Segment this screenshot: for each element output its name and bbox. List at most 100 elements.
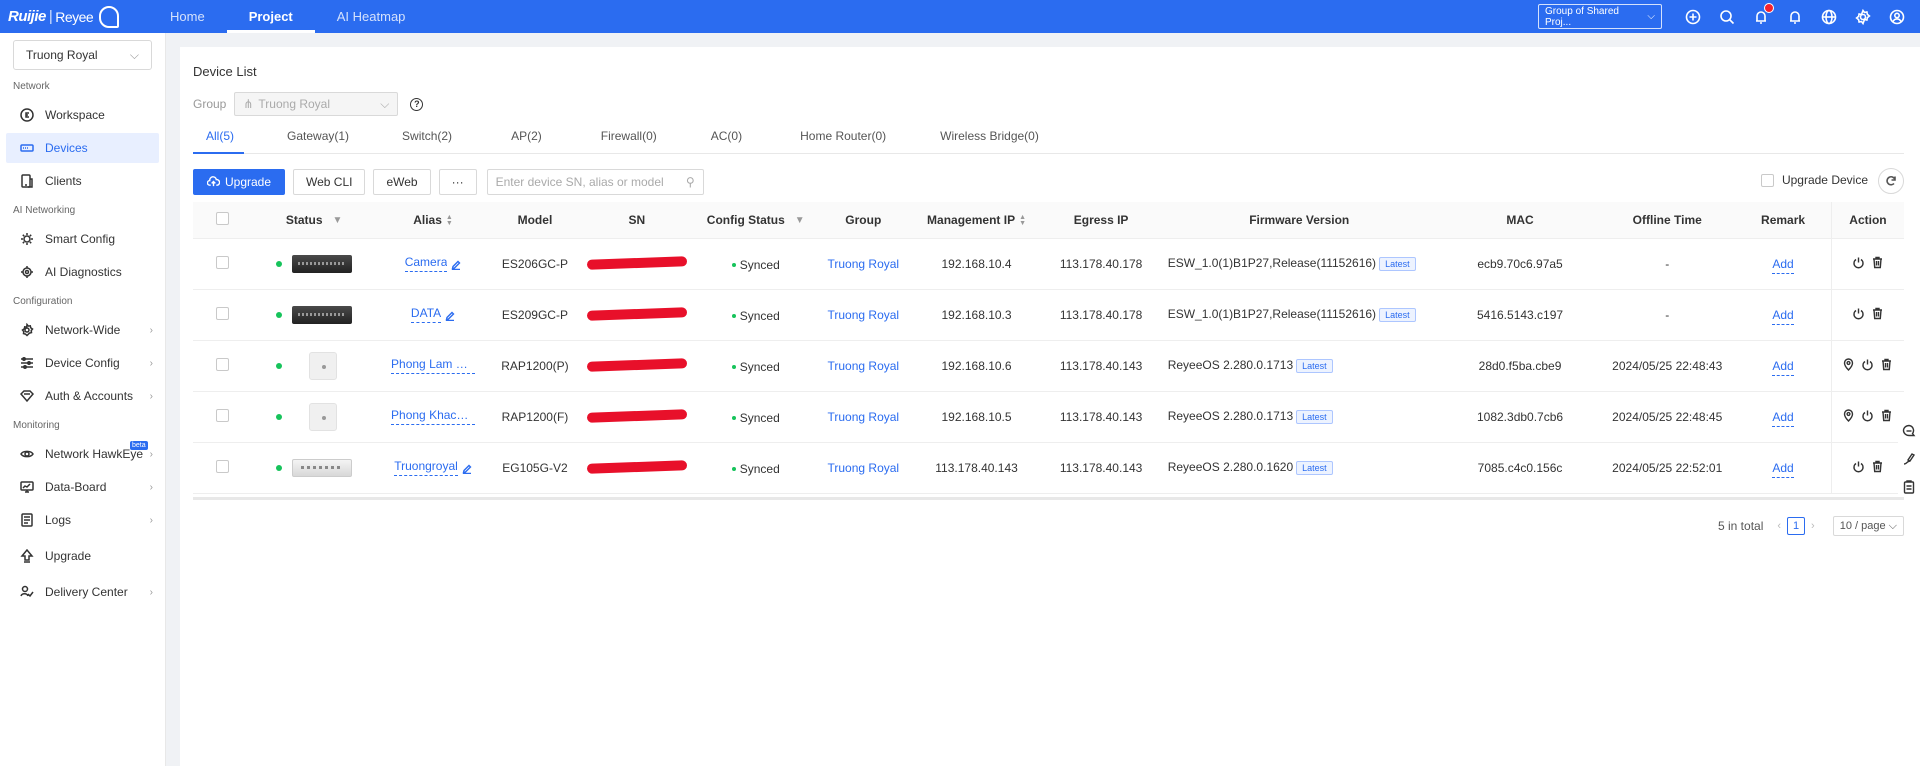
header-select-all[interactable] — [193, 202, 252, 239]
nav-tab-ai-heatmap[interactable]: AI Heatmap — [315, 0, 428, 33]
alias-link[interactable]: Camera — [404, 255, 448, 272]
add-remark-link[interactable]: Add — [1772, 256, 1794, 274]
row-select[interactable] — [193, 238, 252, 290]
help-icon[interactable]: ? — [410, 97, 424, 111]
alias-link[interactable]: Phong Lam Vi... — [391, 357, 476, 374]
power-icon[interactable] — [1852, 256, 1865, 272]
sidebar-item-network-hawkeye[interactable]: Network HawkEye beta › — [6, 439, 159, 469]
filter-icon[interactable]: ▼ — [795, 215, 805, 226]
more-button[interactable]: ··· — [438, 168, 477, 195]
header-alias[interactable]: Alias ▲ ▼ — [376, 202, 490, 239]
edit-icon[interactable] — [451, 259, 461, 270]
eweb-button[interactable]: eWeb — [373, 168, 431, 195]
group-link[interactable]: Truong Royal — [828, 410, 900, 424]
power-icon[interactable] — [1861, 358, 1874, 374]
delete-icon[interactable] — [1871, 460, 1884, 476]
page-size-select[interactable]: 10 / page ⌵ — [1832, 516, 1904, 536]
alias-link[interactable]: Phong Khach ... — [391, 408, 476, 425]
clipboard-icon[interactable] — [1902, 480, 1916, 497]
tab-ap[interactable]: AP(2) — [511, 125, 542, 154]
sidebar-item-workspace[interactable]: Workspace — [6, 100, 159, 130]
row-checkbox[interactable] — [215, 459, 229, 473]
power-icon[interactable] — [1852, 460, 1865, 476]
sidebar-item-delivery-center[interactable]: Delivery Center › — [6, 577, 159, 607]
group-link[interactable]: Truong Royal — [828, 359, 900, 373]
user-icon[interactable] — [1888, 8, 1906, 26]
project-group-select[interactable]: Group of Shared Proj... ⌵ — [1538, 4, 1662, 29]
ruijie-reyee-logo[interactable]: Ruijie | Reyee — [0, 0, 148, 33]
table-row[interactable]: Camera ES206GC-P Synced Truong Royal 192.168… — [193, 238, 1904, 290]
sidebar-item-data-board[interactable]: Data-Board › — [6, 472, 159, 502]
table-row[interactable]: Truongroyal EG105G-V2 Synced Truong Royal 11… — [193, 442, 1904, 494]
sidebar-item-device-config[interactable]: Device Config › — [6, 348, 159, 378]
sort-icon[interactable]: ▲ ▼ — [446, 214, 453, 227]
table-row[interactable]: Phong Khach ... RAP1200(F) Synced Truong Ro… — [193, 391, 1904, 443]
sidebar-project-select[interactable]: Truong Royal ⌵ — [13, 40, 152, 70]
sidebar-item-auth-accounts[interactable]: Auth & Accounts › — [6, 381, 159, 411]
tab-firewall[interactable]: Firewall(0) — [601, 125, 657, 154]
row-checkbox[interactable] — [215, 255, 229, 269]
row-checkbox[interactable] — [215, 357, 229, 371]
delete-icon[interactable] — [1880, 358, 1893, 374]
sidebar-item-upgrade[interactable]: Upgrade — [6, 541, 159, 571]
row-select[interactable] — [193, 289, 252, 341]
header-management-ip[interactable]: Management IP ▲ ▼ — [908, 202, 1045, 239]
tab-switch[interactable]: Switch(2) — [402, 125, 452, 154]
power-icon[interactable] — [1861, 409, 1874, 425]
alias-link[interactable]: DATA — [410, 306, 442, 323]
add-remark-link[interactable]: Add — [1772, 358, 1794, 376]
row-checkbox[interactable] — [215, 306, 229, 320]
web-cli-button[interactable]: Web CLI — [293, 168, 366, 195]
plus-circle-icon[interactable] — [1684, 8, 1702, 26]
select-all-checkbox[interactable] — [215, 211, 229, 225]
refresh-button[interactable] — [1878, 168, 1904, 194]
tab-wireless-bridge[interactable]: Wireless Bridge(0) — [940, 125, 1039, 154]
filter-icon[interactable]: ▼ — [333, 215, 343, 226]
delete-icon[interactable] — [1871, 256, 1884, 272]
sidebar-item-devices[interactable]: Devices — [6, 133, 159, 163]
sidebar-item-clients[interactable]: Clients — [6, 166, 159, 196]
row-select[interactable] — [193, 442, 252, 494]
upgrade-device-checkbox[interactable] — [1760, 173, 1774, 187]
tab-gateway[interactable]: Gateway(1) — [287, 125, 349, 154]
row-checkbox[interactable] — [215, 408, 229, 422]
tab-all[interactable]: All(5) — [193, 125, 245, 154]
notification-icon[interactable] — [1752, 2, 1774, 26]
tab-home-router[interactable]: Home Router(0) — [800, 125, 886, 154]
edit-icon[interactable] — [462, 463, 472, 474]
next-page-icon[interactable]: › — [1811, 520, 1815, 532]
bell-icon[interactable] — [1786, 8, 1804, 26]
edit-feedback-icon[interactable] — [1902, 452, 1916, 469]
nav-tab-project[interactable]: Project — [226, 0, 315, 33]
delete-icon[interactable] — [1871, 307, 1884, 323]
location-pin-icon[interactable] — [1842, 357, 1855, 374]
power-icon[interactable] — [1852, 307, 1865, 323]
delete-icon[interactable] — [1880, 409, 1893, 425]
table-row[interactable]: Phong Lam Vi... RAP1200(P) Synced Truong Ro… — [193, 340, 1904, 392]
tab-ac[interactable]: AC(0) — [711, 125, 742, 154]
sidebar-item-smart-config[interactable]: Smart Config — [6, 224, 159, 254]
device-search-input[interactable] — [495, 174, 676, 189]
sort-icon[interactable]: ▲ ▼ — [1019, 214, 1026, 227]
group-link[interactable]: Truong Royal — [828, 308, 900, 322]
nav-tab-home[interactable]: Home — [148, 0, 227, 33]
row-select[interactable] — [193, 340, 252, 392]
page-number-1[interactable]: 1 — [1787, 517, 1806, 535]
group-link[interactable]: Truong Royal — [828, 461, 900, 475]
gear-icon[interactable] — [1854, 8, 1872, 26]
group-select[interactable]: ⋔ Truong Royal ⌵ — [234, 92, 399, 116]
prev-page-icon[interactable]: ‹ — [1777, 520, 1781, 532]
upgrade-device-toggle[interactable]: Upgrade Device — [1760, 173, 1868, 187]
upgrade-button[interactable]: Upgrade — [193, 168, 285, 195]
search-icon[interactable] — [1718, 8, 1736, 26]
group-link[interactable]: Truong Royal — [828, 257, 900, 271]
alias-link[interactable]: Truongroyal — [394, 459, 458, 476]
add-remark-link[interactable]: Add — [1772, 307, 1794, 325]
add-remark-link[interactable]: Add — [1772, 409, 1794, 427]
edit-icon[interactable] — [445, 310, 455, 321]
globe-icon[interactable] — [1820, 8, 1838, 26]
sidebar-item-network-wide[interactable]: Network-Wide › — [6, 315, 159, 345]
chat-icon[interactable] — [1902, 424, 1916, 441]
table-row[interactable]: DATA ES209GC-P Synced Truong Royal 192.168.1… — [193, 289, 1904, 341]
sidebar-item-logs[interactable]: Logs › — [6, 505, 159, 535]
